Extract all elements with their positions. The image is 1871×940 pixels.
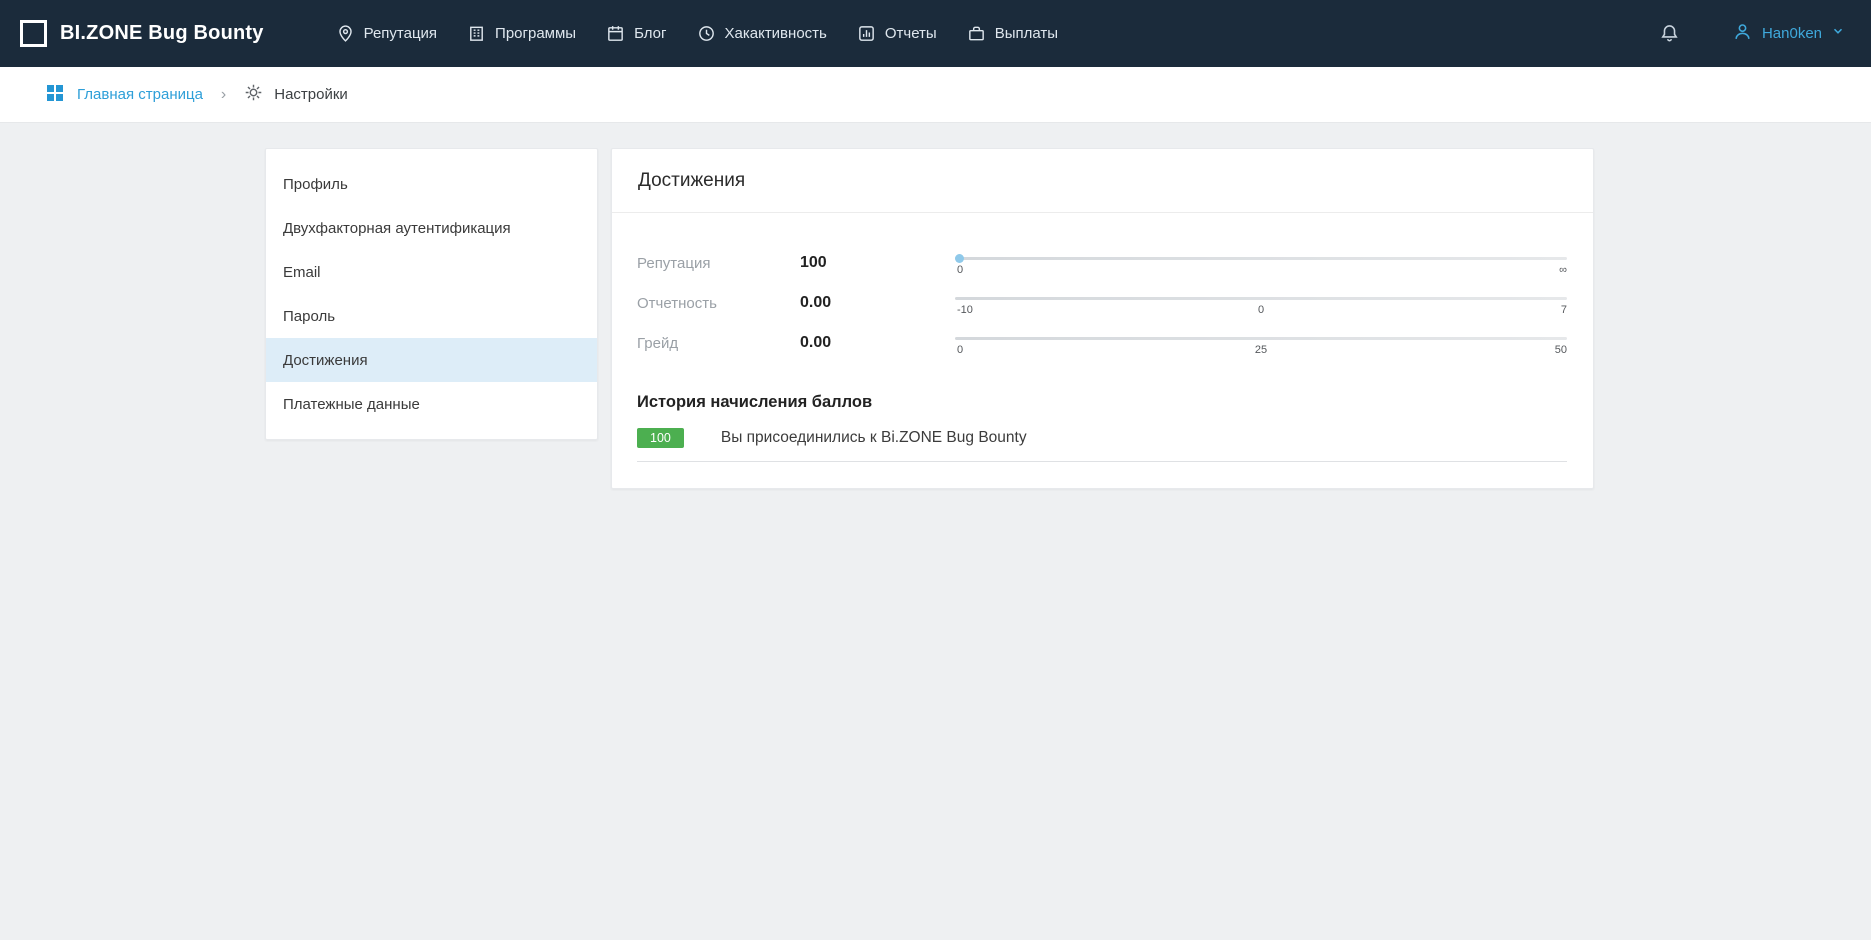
nav-item-label: Выплаты	[995, 25, 1058, 42]
menu-item-label: Пароль	[283, 308, 335, 325]
nav-item-label: Хакактивность	[725, 25, 827, 42]
history-item-text: Вы присоединились к Bi.ZONE Bug Bounty	[721, 429, 1027, 447]
metric-row-reporting: Отчетность 0.00 -10 0 7	[637, 283, 1567, 323]
grade-scale: 0 25 50	[955, 323, 1567, 363]
scale-max-label: ∞	[1559, 264, 1567, 276]
scale-min-label: -10	[957, 304, 973, 316]
user-menu[interactable]: Han0ken	[1732, 21, 1845, 47]
menu-item-label: Двухфакторная аутентификация	[283, 220, 511, 237]
menu-item-label: Email	[283, 264, 321, 281]
reports-icon	[857, 24, 876, 43]
metric-row-grade: Грейд 0.00 0 25 50	[637, 323, 1567, 363]
achievements-panel: Достижения Репутация 100 0 ∞ Отчетность …	[611, 148, 1594, 489]
nav-item-reputation[interactable]: Репутация	[336, 24, 437, 43]
scale-track	[955, 337, 1567, 340]
metric-label: Грейд	[637, 335, 800, 352]
metric-row-reputation: Репутация 100 0 ∞	[637, 243, 1567, 283]
nav-item-label: Блог	[634, 25, 666, 42]
scale-min-label: 0	[957, 264, 963, 276]
scale-max-label: 7	[1561, 304, 1567, 316]
reputation-icon	[336, 24, 355, 43]
menu-item-label: Достижения	[283, 352, 368, 369]
topbar-right: Han0ken	[1659, 21, 1845, 47]
metrics-list: Репутация 100 0 ∞ Отчетность 0.00 -10 0 …	[612, 213, 1593, 363]
breadcrumb-current: Настройки	[244, 83, 348, 106]
metric-value: 100	[800, 254, 955, 272]
breadcrumb-separator: ›	[221, 86, 226, 104]
achievements-header: Достижения	[612, 149, 1593, 213]
scale-mid-label: 0	[1258, 304, 1264, 316]
panel-title: Достижения	[638, 170, 745, 192]
scale-mid-label: 25	[1255, 344, 1267, 356]
metric-label: Репутация	[637, 255, 800, 272]
user-icon	[1732, 21, 1753, 47]
reputation-scale: 0 ∞	[955, 243, 1567, 283]
username: Han0ken	[1762, 25, 1822, 42]
menu-item-label: Платежные данные	[283, 396, 420, 413]
menu-item-email[interactable]: Email	[266, 250, 597, 294]
nav-item-label: Репутация	[364, 25, 437, 42]
history-item: 100 Вы присоединились к Bi.ZONE Bug Boun…	[637, 428, 1567, 462]
topbar: BI.ZONE Bug Bounty Репутация Программы Б…	[0, 0, 1871, 67]
menu-item-label: Профиль	[283, 176, 348, 193]
points-badge: 100	[637, 428, 684, 448]
menu-item-payment-data[interactable]: Платежные данные	[266, 382, 597, 426]
settings-menu: Профиль Двухфакторная аутентификация Ema…	[265, 148, 598, 440]
nav-item-label: Отчеты	[885, 25, 937, 42]
brand-title: BI.ZONE Bug Bounty	[60, 22, 264, 45]
nav-item-blog[interactable]: Блог	[606, 24, 666, 43]
blog-icon	[606, 24, 625, 43]
metric-label: Отчетность	[637, 295, 800, 312]
menu-item-profile[interactable]: Профиль	[266, 162, 597, 206]
nav-item-label: Программы	[495, 25, 576, 42]
menu-item-2fa[interactable]: Двухфакторная аутентификация	[266, 206, 597, 250]
menu-item-achievements[interactable]: Достижения	[266, 338, 597, 382]
brand-home-link[interactable]: BI.ZONE Bug Bounty	[20, 20, 264, 47]
breadcrumb-home-label: Главная страница	[77, 86, 203, 103]
breadcrumb-home-link[interactable]: Главная страница	[45, 83, 203, 107]
bizone-logo-icon	[20, 20, 47, 47]
breadcrumb-current-label: Настройки	[274, 86, 348, 103]
nav-item-payouts[interactable]: Выплаты	[967, 24, 1058, 43]
gear-icon	[244, 83, 263, 106]
chevron-down-icon	[1831, 24, 1845, 43]
history-section-title: История начисления баллов	[637, 393, 1567, 412]
nav-item-programs[interactable]: Программы	[467, 24, 576, 43]
metric-value: 0.00	[800, 294, 955, 312]
breadcrumb: Главная страница › Настройки	[0, 67, 1871, 123]
metric-value: 0.00	[800, 334, 955, 352]
main-nav: Репутация Программы Блог Хакактивность О…	[336, 24, 1058, 43]
scale-marker-dot	[955, 254, 964, 263]
notifications-bell-icon[interactable]	[1659, 23, 1680, 44]
menu-item-password[interactable]: Пароль	[266, 294, 597, 338]
reporting-scale: -10 0 7	[955, 283, 1567, 323]
scale-track	[955, 257, 1567, 260]
scale-max-label: 50	[1555, 344, 1567, 356]
home-grid-icon	[45, 83, 65, 107]
nav-item-hackactivity[interactable]: Хакактивность	[697, 24, 827, 43]
main-content: Профиль Двухфакторная аутентификация Ema…	[0, 123, 1871, 940]
payouts-icon	[967, 24, 986, 43]
programs-icon	[467, 24, 486, 43]
nav-item-reports[interactable]: Отчеты	[857, 24, 937, 43]
scale-min-label: 0	[957, 344, 963, 356]
hackactivity-icon	[697, 24, 716, 43]
scale-track	[955, 297, 1567, 300]
